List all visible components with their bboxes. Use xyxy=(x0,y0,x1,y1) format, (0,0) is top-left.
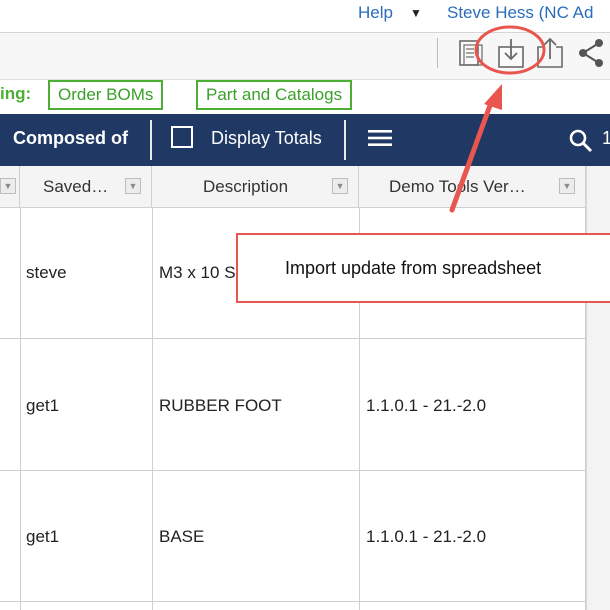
table-cell-description: BASE xyxy=(159,527,205,546)
table-cell-version: 1.1.0.1 - 21.-2.0 xyxy=(366,396,487,415)
column-header-label: Saved… xyxy=(43,177,109,196)
annotation-callout-text: Import update from spreadsheet xyxy=(285,258,542,278)
user-menu-link[interactable]: Steve Hess (NC Ad xyxy=(447,3,593,23)
filter-icon[interactable]: ▼ xyxy=(559,178,575,194)
table-cell-description: M3 x 10 S xyxy=(159,263,236,282)
filter-icon[interactable]: ▼ xyxy=(125,178,141,194)
bom-strip-label: ing: xyxy=(0,84,32,103)
grid-row-divider xyxy=(0,601,586,602)
export-icon[interactable] xyxy=(533,36,567,70)
table-cell-saved: steve xyxy=(26,263,67,282)
table-cell-saved: get1 xyxy=(26,527,60,546)
grid-column-divider xyxy=(152,208,153,610)
nav-divider xyxy=(150,120,152,160)
grid-row-divider xyxy=(0,470,586,471)
help-link[interactable]: Help xyxy=(358,3,393,23)
display-totals-checkbox[interactable] xyxy=(171,126,193,148)
table-cell-version: 1.1.0.1 - 21.-2.0 xyxy=(366,527,487,546)
part-and-catalogs-button[interactable]: Part and Catalogs xyxy=(196,80,353,110)
caret-down-icon[interactable]: ▼ xyxy=(410,6,422,20)
table-cell-saved: get1 xyxy=(26,396,60,415)
import-icon[interactable] xyxy=(494,36,528,70)
grid-column-divider xyxy=(20,208,21,610)
document-icon[interactable] xyxy=(453,36,487,70)
nav-divider xyxy=(344,120,346,160)
column-header-label: Description xyxy=(203,177,289,196)
order-boms-button[interactable]: Order BOMs xyxy=(48,80,164,110)
toolbar-divider xyxy=(437,38,438,68)
share-icon[interactable] xyxy=(574,36,608,70)
nav-overflow-text[interactable]: 1 xyxy=(602,128,610,149)
search-icon[interactable] xyxy=(568,128,594,154)
composed-of-tab[interactable]: Composed of xyxy=(13,128,128,149)
filter-icon[interactable]: ▼ xyxy=(0,178,16,194)
display-totals-label[interactable]: Display Totals xyxy=(211,128,322,149)
table-cell-description: RUBBER FOOT xyxy=(159,396,282,415)
filter-icon[interactable]: ▼ xyxy=(332,178,348,194)
hamburger-menu-icon[interactable] xyxy=(368,129,392,147)
column-header-label: Demo Tools Ver… xyxy=(389,177,526,196)
grid-row-divider xyxy=(0,338,586,339)
